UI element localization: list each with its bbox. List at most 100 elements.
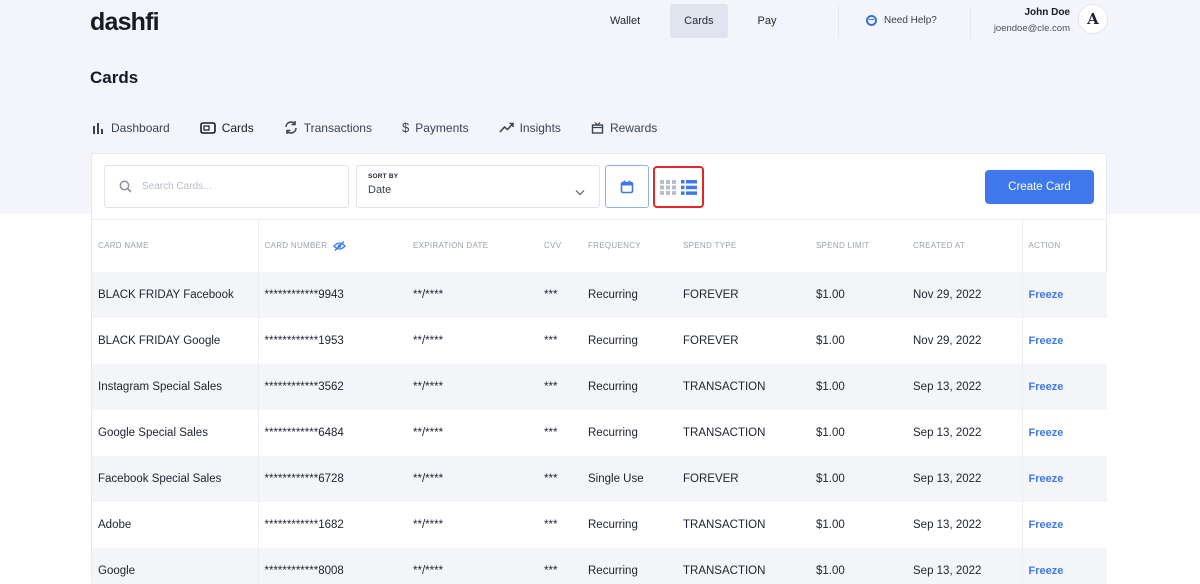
- col-card-name[interactable]: CARD NAME: [92, 219, 259, 272]
- cell-created-at: Sep 13, 2022: [907, 363, 1022, 410]
- freeze-button[interactable]: Freeze: [1029, 473, 1064, 485]
- list-view-icon[interactable]: [681, 179, 697, 195]
- cell-cvv: ***: [538, 271, 582, 318]
- cell-expiration: **/****: [407, 363, 538, 410]
- create-card-button[interactable]: Create Card: [985, 170, 1094, 204]
- dashfi-logo[interactable]: dashfi: [90, 8, 160, 37]
- freeze-button[interactable]: Freeze: [1029, 335, 1064, 347]
- tab-rewards-label: Rewards: [609, 120, 658, 135]
- table-row[interactable]: Google Special Sales ************6484 **/*…: [92, 409, 1107, 456]
- date-filter-button[interactable]: [605, 165, 649, 208]
- cell-created-at: Sep 13, 2022: [907, 501, 1022, 548]
- cell-action: Freeze: [1021, 363, 1107, 410]
- cell-frequency: Recurring: [582, 409, 677, 456]
- sort-select[interactable]: SORT BY Date: [356, 165, 600, 208]
- cell-spend-type: FOREVER: [677, 317, 810, 364]
- nav-pay[interactable]: Pay: [744, 4, 791, 38]
- cell-card-name: BLACK FRIDAY Google: [92, 317, 259, 364]
- table-row[interactable]: Adobe ************1682 **/**** *** Recurring…: [92, 501, 1107, 548]
- cell-spend-limit: $1.00: [810, 271, 907, 318]
- tab-rewards[interactable]: Rewards: [591, 120, 657, 135]
- table-header: CARD NAME CARD NUMBER EXPIRATION DATE CV…: [92, 219, 1107, 272]
- table-row[interactable]: Facebook Special Sales ************6728 **…: [92, 455, 1107, 502]
- cell-cvv: ***: [538, 547, 582, 584]
- col-frequency[interactable]: FREQUENCY: [582, 219, 677, 272]
- eye-off-icon[interactable]: [327, 240, 347, 251]
- page-title: Cards: [90, 68, 139, 87]
- calendar-icon: [620, 180, 634, 194]
- cell-card-number: ************9943: [258, 271, 407, 318]
- cell-expiration: **/****: [407, 271, 538, 318]
- col-cvv[interactable]: CVV: [538, 219, 582, 272]
- table-row[interactable]: BLACK FRIDAY Google ************1953 **/**…: [92, 317, 1107, 364]
- search-input[interactable]: [142, 181, 322, 192]
- cell-cvv: ***: [538, 317, 582, 364]
- nav-divider: [838, 6, 839, 38]
- cell-action: Freeze: [1021, 455, 1107, 502]
- tab-insights[interactable]: Insights: [499, 120, 561, 135]
- col-created-at[interactable]: CREATED AT: [907, 219, 1022, 272]
- freeze-button[interactable]: Freeze: [1029, 289, 1064, 301]
- cell-created-at: Sep 13, 2022: [907, 455, 1022, 502]
- tab-cards[interactable]: Cards: [199, 120, 254, 135]
- cell-card-number: ************6484: [258, 409, 407, 456]
- sort-value: Date: [368, 184, 392, 196]
- cell-created-at: Sep 13, 2022: [907, 547, 1022, 584]
- table-row[interactable]: Google ************8008 **/**** *** Recurrin…: [92, 547, 1107, 584]
- freeze-button[interactable]: Freeze: [1029, 519, 1064, 531]
- top-nav: Wallet Cards Pay: [596, 4, 806, 38]
- cell-frequency: Recurring: [582, 317, 677, 364]
- user-info[interactable]: John Doe joendoe@cle.com: [994, 7, 1070, 34]
- tab-insights-label: Insights: [519, 120, 561, 135]
- tab-payments[interactable]: $ Payments: [402, 120, 469, 135]
- tab-cards-label: Cards: [221, 120, 254, 135]
- tab-payments-label: Payments: [415, 120, 469, 135]
- freeze-button[interactable]: Freeze: [1029, 427, 1064, 439]
- cell-card-name: BLACK FRIDAY Facebook: [92, 271, 259, 318]
- bar-chart-icon: [92, 122, 105, 134]
- cell-expiration: **/****: [407, 455, 538, 502]
- table-row[interactable]: BLACK FRIDAY Facebook ************9943 **/…: [92, 271, 1107, 318]
- cell-spend-limit: $1.00: [810, 363, 907, 410]
- cell-card-name: Google: [92, 547, 259, 584]
- cell-spend-limit: $1.00: [810, 409, 907, 456]
- need-help-link[interactable]: Need Help?: [866, 15, 937, 26]
- cell-spend-type: TRANSACTION: [677, 363, 810, 410]
- cell-spend-limit: $1.00: [810, 455, 907, 502]
- refresh-icon: [284, 121, 298, 134]
- col-action: ACTION: [1021, 219, 1107, 272]
- user-name: John Doe: [1024, 7, 1070, 18]
- cell-card-number: ************8008: [258, 547, 407, 584]
- col-card-number[interactable]: CARD NUMBER: [258, 219, 407, 272]
- cell-expiration: **/****: [407, 501, 538, 548]
- cell-card-name: Instagram Special Sales: [92, 363, 259, 410]
- cell-frequency: Recurring: [582, 501, 677, 548]
- card-icon: [199, 121, 216, 134]
- col-spend-type[interactable]: SPEND TYPE: [677, 219, 810, 272]
- nav-wallet[interactable]: Wallet: [596, 4, 654, 38]
- cards-panel: SORT BY Date Create Card CARD NAME: [91, 153, 1107, 584]
- cell-cvv: ***: [538, 409, 582, 456]
- cell-spend-type: FOREVER: [677, 271, 810, 318]
- cell-created-at: Nov 29, 2022: [907, 271, 1022, 318]
- cell-frequency: Recurring: [582, 547, 677, 584]
- table-row[interactable]: Instagram Special Sales ************3562 *…: [92, 363, 1107, 410]
- grid-view-icon[interactable]: [660, 179, 676, 195]
- cell-cvv: ***: [538, 363, 582, 410]
- avatar[interactable]: A: [1078, 4, 1108, 34]
- tab-transactions-label: Transactions: [303, 120, 372, 135]
- cell-expiration: **/****: [407, 409, 538, 456]
- search-box[interactable]: [104, 165, 349, 208]
- col-spend-limit[interactable]: SPEND LIMIT: [810, 219, 907, 272]
- section-tabs: Dashboard Cards Transactions $ Payments …: [92, 120, 687, 135]
- freeze-button[interactable]: Freeze: [1029, 381, 1064, 393]
- tab-dashboard-label: Dashboard: [111, 120, 170, 135]
- cell-action: Freeze: [1021, 409, 1107, 456]
- col-expiration[interactable]: EXPIRATION DATE: [407, 219, 538, 272]
- cell-card-name: Adobe: [92, 501, 259, 548]
- nav-cards[interactable]: Cards: [670, 4, 728, 38]
- dollar-icon: $: [401, 120, 410, 135]
- freeze-button[interactable]: Freeze: [1029, 565, 1064, 577]
- tab-transactions[interactable]: Transactions: [284, 120, 372, 135]
- tab-dashboard[interactable]: Dashboard: [92, 120, 170, 135]
